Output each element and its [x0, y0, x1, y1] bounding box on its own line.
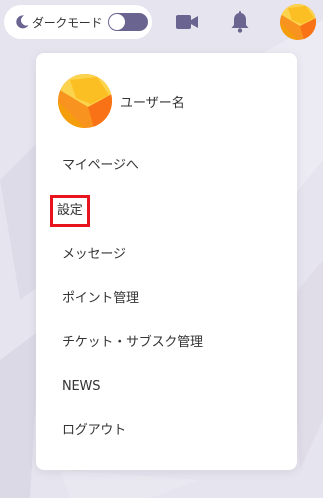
menu-item-news[interactable]: NEWS: [56, 375, 106, 399]
avatar-image: [58, 74, 112, 128]
menu-item-mypage[interactable]: マイページへ: [56, 154, 145, 178]
menu-item-logout[interactable]: ログアウト: [56, 419, 132, 443]
top-bar: ダークモード: [0, 0, 323, 44]
moon-icon: [16, 15, 29, 29]
avatar: [58, 74, 112, 128]
menu-user-header[interactable]: ユーザー名: [58, 74, 185, 128]
bell-icon[interactable]: [228, 10, 252, 34]
dark-mode-toggle[interactable]: ダークモード: [4, 5, 152, 39]
dark-mode-switch[interactable]: [108, 13, 148, 31]
switch-knob: [109, 14, 125, 30]
video-icon[interactable]: [175, 10, 199, 34]
dark-mode-label: ダークモード: [32, 15, 103, 30]
menu-item-tickets-subscriptions[interactable]: チケット・サブスク管理: [56, 331, 209, 355]
menu-item-settings[interactable]: 設定: [50, 195, 90, 227]
user-dropdown-menu: ユーザー名 マイページへ 設定 メッセージ ポイント管理 チケット・サブスク管理…: [36, 53, 297, 470]
menu-item-points[interactable]: ポイント管理: [56, 287, 145, 311]
avatar[interactable]: [280, 4, 316, 40]
menu-item-messages[interactable]: メッセージ: [56, 243, 132, 267]
username: ユーザー名: [120, 95, 185, 111]
avatar-image: [280, 4, 316, 40]
